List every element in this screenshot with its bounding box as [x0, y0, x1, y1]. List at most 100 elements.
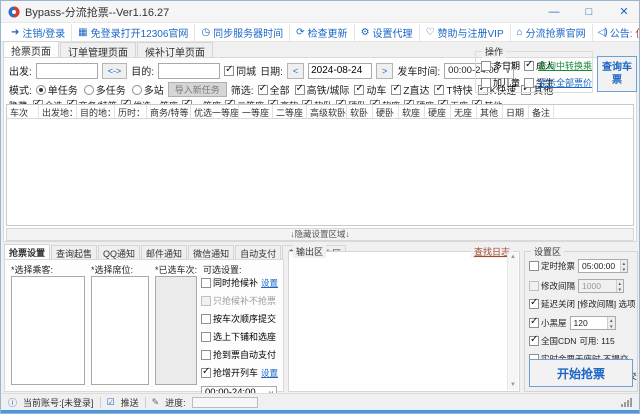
mode-label: 模式:: [9, 82, 32, 97]
settings-tab-label: 邮件通知: [146, 249, 182, 259]
seat-listbox[interactable]: [91, 276, 149, 385]
mode-radio-label: 多任务: [96, 82, 126, 97]
next-date-button[interactable]: >: [376, 63, 393, 79]
table-column-header[interactable]: 无座: [451, 105, 477, 118]
table-column-header[interactable]: 硬卧: [373, 105, 399, 118]
option-checkbox[interactable]: 抢增开列车: [201, 366, 258, 379]
setting-checkbox[interactable]: 全国CDN: [529, 335, 576, 347]
train-type-checkbox[interactable]: T特快: [434, 82, 472, 97]
push-label[interactable]: 推送: [121, 396, 139, 409]
logout-icon: [11, 27, 19, 38]
mode-radio[interactable]: 单任务: [36, 82, 78, 97]
transfer-query-link[interactable]: 查询中转换乘: [538, 59, 592, 72]
table-column-header[interactable]: 备注: [529, 105, 554, 118]
same-city-checkbox[interactable]: 同城: [224, 63, 256, 78]
toolbar-item[interactable]: 检查更新: [290, 24, 354, 41]
option-settings-link[interactable]: 设置: [261, 367, 278, 379]
table-column-header[interactable]: 出发地：: [39, 105, 77, 118]
results-table-body[interactable]: [7, 119, 633, 226]
settings-tab[interactable]: 邮件通知: [141, 245, 187, 259]
from-input[interactable]: [36, 63, 98, 79]
toolbar-item[interactable]: 免登录打开12306官网: [72, 24, 195, 41]
option-checkbox[interactable]: 只抢候补不抢票: [201, 294, 276, 307]
table-column-header[interactable]: 优选一等座: [191, 105, 239, 118]
table-column-label: 备注: [532, 108, 550, 118]
table-column-header[interactable]: 其他: [477, 105, 503, 118]
table-column-header[interactable]: 软卧: [347, 105, 373, 118]
table-column-header[interactable]: 商务/特等: [147, 105, 191, 118]
settings-tab[interactable]: 查询起售: [51, 245, 97, 259]
to-input[interactable]: [158, 63, 220, 79]
settings-tab[interactable]: 自动支付: [235, 245, 281, 259]
toolbar-item[interactable]: 同步服务器时间: [195, 24, 290, 41]
option-checkbox[interactable]: 按车次顺序提交: [201, 312, 276, 325]
table-column-header[interactable]: 一等座: [239, 105, 273, 118]
swap-stations-button[interactable]: <->: [102, 63, 128, 79]
main-tab[interactable]: 订单管理页面: [60, 42, 136, 57]
mode-radio[interactable]: 多站: [132, 82, 164, 97]
maximize-button[interactable]: □: [574, 1, 604, 23]
table-column-label: 软座: [402, 108, 420, 118]
progress-label: 进度:: [165, 396, 186, 409]
settings-tab[interactable]: QQ通知: [98, 245, 140, 259]
settings-tab-label: QQ通知: [103, 249, 135, 259]
setting-spinner[interactable]: 1000: [578, 279, 624, 293]
option-checkbox[interactable]: 抢到票自动支付: [201, 348, 276, 361]
setting-checkbox[interactable]: 小黑屋: [529, 317, 567, 329]
setting-spinner[interactable]: 05:00:00: [578, 259, 628, 273]
table-column-header[interactable]: 目的地：: [77, 105, 115, 118]
setting-spinner[interactable]: 120: [570, 316, 616, 330]
date-input[interactable]: [308, 63, 372, 79]
table-column-header[interactable]: 硬座: [425, 105, 451, 118]
main-tab[interactable]: 候补订单页面: [137, 42, 213, 57]
settings-tab[interactable]: 抢票设置: [4, 244, 50, 259]
toolbar-item[interactable]: 注销/登录: [5, 24, 72, 41]
scroll-down-icon[interactable]: ▼: [508, 381, 518, 390]
table-column-header[interactable]: 软座: [399, 105, 425, 118]
main-tab[interactable]: 抢票页面: [3, 41, 59, 57]
import-task-button[interactable]: 导入新任务: [168, 82, 227, 97]
statusbar-divider: [145, 397, 146, 408]
setting-checkbox[interactable]: 修改间隔: [529, 280, 575, 292]
all-price-link[interactable]: 显示全部票价: [538, 76, 592, 89]
passenger-listbox[interactable]: [11, 276, 85, 385]
selected-train-listbox[interactable]: [155, 276, 197, 385]
table-column-header[interactable]: 车次: [7, 105, 39, 118]
refresh-icon: [296, 27, 304, 38]
minimize-button[interactable]: —: [539, 1, 569, 23]
scroll-up-icon[interactable]: ▲: [510, 254, 516, 260]
train-type-checkbox[interactable]: 高铁/城际: [295, 82, 350, 97]
window-bottom-border: [1, 410, 639, 413]
option-checkbox[interactable]: 选上下铺和选座: [201, 330, 276, 343]
query-ticket-button[interactable]: 查询车票: [597, 56, 637, 92]
train-label: *已选车次:: [155, 263, 197, 276]
option-settings-link[interactable]: 设置: [261, 277, 278, 289]
prev-date-button[interactable]: <: [287, 63, 304, 79]
settings-tab[interactable]: 微信通知: [188, 245, 234, 259]
toolbar-item[interactable]: 赞助与注册VIP: [420, 24, 511, 41]
table-column-header[interactable]: 历时：: [115, 105, 147, 118]
operation-checkbox[interactable]: 加儿童: [481, 76, 520, 89]
train-type-checkbox[interactable]: Z直达: [391, 82, 429, 97]
passenger-label: *选择乘客:: [11, 263, 53, 276]
mode-radio[interactable]: 多任务: [84, 82, 126, 97]
settings-legend: 设置区: [531, 245, 564, 258]
option-label: 按车次顺序提交: [213, 312, 276, 325]
table-column-header[interactable]: 高级软卧: [307, 105, 347, 118]
option-checkbox[interactable]: 同时抢候补: [201, 276, 258, 289]
toolbar-item[interactable]: 设置代理: [355, 24, 420, 41]
setting-checkbox[interactable]: 延迟关闭 [修改间隔] 选项: [529, 298, 635, 310]
train-type-checkbox[interactable]: 动车: [354, 82, 386, 97]
table-column-header[interactable]: 日期: [503, 105, 529, 118]
start-grab-button[interactable]: 开始抢票: [529, 359, 633, 387]
mode-radios: 单任务 多任务 多站: [36, 82, 164, 97]
setting-checkbox[interactable]: 定时抢票: [529, 260, 575, 272]
table-column-header[interactable]: 二等座: [273, 105, 307, 118]
train-type-checkbox[interactable]: 全部: [258, 82, 290, 97]
operation-checkbox[interactable]: 多日期: [481, 59, 520, 72]
toolbar-item[interactable]: 分流抢票官网: [511, 24, 593, 41]
hide-settings-bar[interactable]: ↓隐藏设置区域↓: [6, 228, 634, 241]
radio-icon: [132, 85, 142, 95]
output-scrollbar[interactable]: ▲▼: [507, 253, 518, 390]
close-button[interactable]: ✕: [609, 1, 639, 23]
